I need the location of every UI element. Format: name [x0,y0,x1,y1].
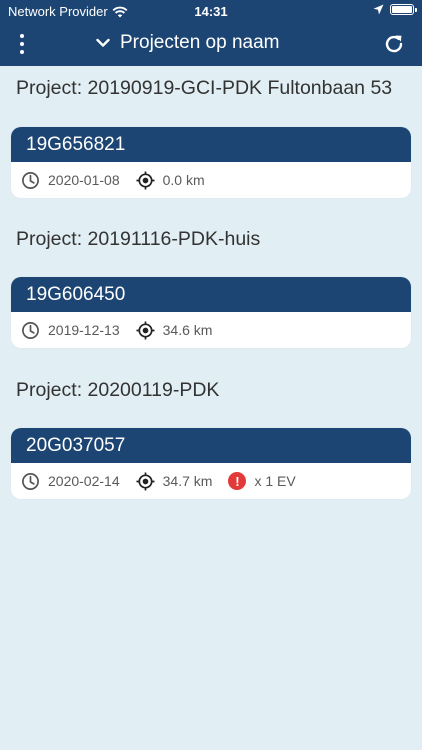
measurement-id: 20G037057 [26,434,126,456]
sort-selector[interactable]: Projecten op naam [96,32,280,54]
warning-text: x 1 EV [254,473,296,489]
date-item: 2020-01-08 [21,171,120,190]
measurement-card[interactable]: 19G606450 2019-12-13 34.6 km [11,277,411,348]
distance-item: 34.7 km [136,471,213,491]
project-heading: Project: 20191116-PDK-huis [16,228,261,250]
distance-text: 34.7 km [162,473,213,489]
clock-icon [22,321,39,339]
location-target-icon [136,471,155,491]
card-header: 20G037057 [11,428,411,463]
status-right [373,4,417,15]
date-item: 2020-02-14 [21,472,120,491]
clock: 14:31 [194,4,228,19]
card-header: 19G656821 [11,127,411,162]
distance-item: 34.6 km [136,320,213,340]
card-meta: 2019-12-13 34.6 km [11,312,411,348]
project-heading: Project: 20200119-PDK [16,379,220,401]
project-heading: Project: 20190919-GCI-PDK Fultonbaan 53 [16,77,393,99]
distance-item: 0.0 km [136,170,205,190]
measurement-id: 19G606450 [26,283,126,305]
card-header: 19G606450 [11,277,411,312]
measurement-id: 19G656821 [26,133,126,155]
distance-text: 34.6 km [162,322,213,338]
refresh-icon[interactable] [382,32,406,56]
warning-item: ! x 1 EV [228,472,296,490]
measurement-card[interactable]: 20G037057 2020-02-14 34.7 km ! x 1 EV [11,428,411,499]
date-text: 2020-02-14 [48,473,120,489]
location-target-icon [136,320,155,340]
date-text: 2019-12-13 [48,322,120,338]
status-bar: Network Provider 14:31 [0,0,422,22]
page-title: Projecten op naam [120,32,280,53]
app-bar: Projecten op naam [0,22,422,66]
chevron-down-icon [96,38,110,47]
clock-icon [22,171,39,189]
date-item: 2019-12-13 [21,321,120,340]
more-menu-icon[interactable] [12,31,32,57]
date-text: 2020-01-08 [48,172,120,188]
distance-text: 0.0 km [162,172,205,188]
card-meta: 2020-02-14 34.7 km ! x 1 EV [11,463,411,499]
measurement-card[interactable]: 19G656821 2020-01-08 0.0 km [11,127,411,198]
card-meta: 2020-01-08 0.0 km [11,162,411,198]
location-arrow-icon [373,4,384,15]
warning-icon: ! [228,472,247,490]
location-target-icon [136,170,155,190]
battery-icon [390,4,417,15]
clock-icon [22,472,39,490]
